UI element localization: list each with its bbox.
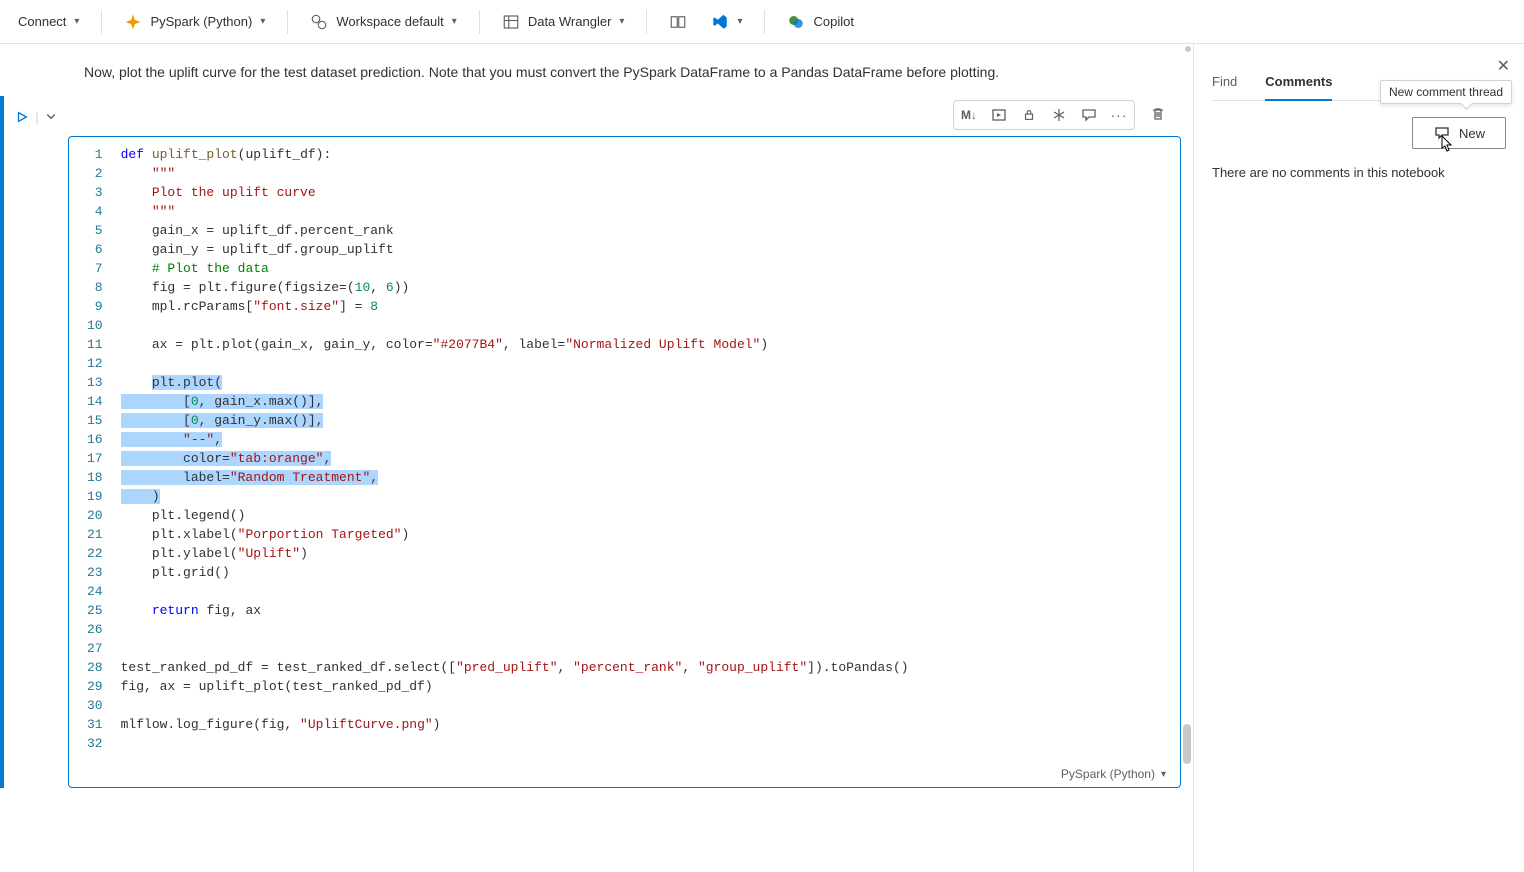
separator	[479, 10, 480, 34]
notebook-area[interactable]: Now, plot the uplift curve for the test …	[0, 44, 1194, 872]
copilot-label: Copilot	[813, 14, 853, 29]
cell-divider: |	[35, 110, 38, 125]
tab-find[interactable]: Find	[1212, 66, 1237, 100]
code-content[interactable]: def uplift_plot(uplift_df): """ Plot the…	[121, 145, 1180, 753]
new-label: New	[1459, 126, 1485, 141]
cell-language-label[interactable]: PySpark (Python)	[1061, 767, 1155, 781]
layout-icon	[669, 13, 687, 31]
layout-button[interactable]	[659, 7, 697, 37]
expand-cell-button[interactable]	[45, 110, 57, 125]
separator	[287, 10, 288, 34]
vscode-icon	[711, 13, 729, 31]
runtime-label: PySpark (Python)	[150, 14, 252, 29]
workspace-icon	[310, 13, 328, 31]
chevron-down-icon: ▾	[619, 16, 624, 27]
cursor-pointer-icon	[1439, 134, 1455, 154]
code-cell-wrapper: | M↓ ···	[0, 96, 1181, 788]
code-area[interactable]: 1234567891011121314151617181920212223242…	[69, 137, 1180, 761]
separator	[101, 10, 102, 34]
cell-toolbar-group: M↓ ···	[953, 100, 1135, 130]
more-button[interactable]: ···	[1104, 101, 1134, 129]
run-cell-button[interactable]	[15, 110, 29, 127]
cell-gutter: |	[4, 96, 68, 788]
wrangler-label: Data Wrangler	[528, 14, 612, 29]
chevron-down-icon: ▾	[737, 16, 742, 27]
cell-footer: PySpark (Python) ▾	[69, 761, 1180, 787]
chevron-down-icon[interactable]: ▾	[1161, 769, 1166, 780]
new-button-wrap: New	[1212, 117, 1506, 149]
close-panel-button[interactable]: ✕	[1497, 56, 1510, 76]
workspace-label: Workspace default	[336, 14, 443, 29]
markdown-description: Now, plot the uplift curve for the test …	[0, 64, 1181, 96]
empty-comments-message: There are no comments in this notebook	[1212, 165, 1506, 180]
convert-markdown-button[interactable]: M↓	[954, 101, 984, 129]
top-toolbar: Connect ▾ PySpark (Python) ▾ Workspace d…	[0, 0, 1524, 44]
table-icon	[502, 13, 520, 31]
new-comment-tooltip: New comment thread	[1380, 80, 1512, 104]
lock-button[interactable]	[1014, 101, 1044, 129]
code-cell[interactable]: 1234567891011121314151617181920212223242…	[68, 136, 1181, 788]
line-numbers: 1234567891011121314151617181920212223242…	[69, 145, 121, 753]
connect-button[interactable]: Connect ▾	[8, 8, 89, 35]
runtime-dropdown[interactable]: PySpark (Python) ▾	[114, 7, 275, 37]
comment-button[interactable]	[1074, 101, 1104, 129]
separator	[764, 10, 765, 34]
tab-comments[interactable]: Comments	[1265, 66, 1332, 101]
scroll-thumb[interactable]	[1183, 724, 1191, 764]
chevron-down-icon: ▾	[452, 16, 457, 27]
cell-body: M↓ ··· 123456789101112131415161718192021…	[68, 96, 1181, 788]
scrollbar[interactable]	[1179, 44, 1193, 872]
freeze-button[interactable]	[1044, 101, 1074, 129]
run-below-button[interactable]	[984, 101, 1014, 129]
delete-cell-button[interactable]	[1143, 100, 1173, 128]
chevron-down-icon: ▾	[260, 16, 265, 27]
scroll-thumb-up[interactable]	[1185, 46, 1191, 52]
cell-toolbar: M↓ ···	[68, 96, 1181, 136]
connect-label: Connect	[18, 14, 66, 29]
vscode-button[interactable]: ▾	[701, 7, 752, 37]
separator	[646, 10, 647, 34]
chevron-down-icon: ▾	[74, 16, 79, 27]
data-wrangler-dropdown[interactable]: Data Wrangler ▾	[492, 7, 635, 37]
copilot-icon	[787, 13, 805, 31]
copilot-button[interactable]: Copilot	[777, 7, 863, 37]
workspace-dropdown[interactable]: Workspace default ▾	[300, 7, 466, 37]
comments-panel: ✕ New comment thread Find Comments New T…	[1194, 44, 1524, 872]
spark-icon	[124, 13, 142, 31]
main-area: Now, plot the uplift curve for the test …	[0, 44, 1524, 872]
new-comment-button[interactable]: New	[1412, 117, 1506, 149]
